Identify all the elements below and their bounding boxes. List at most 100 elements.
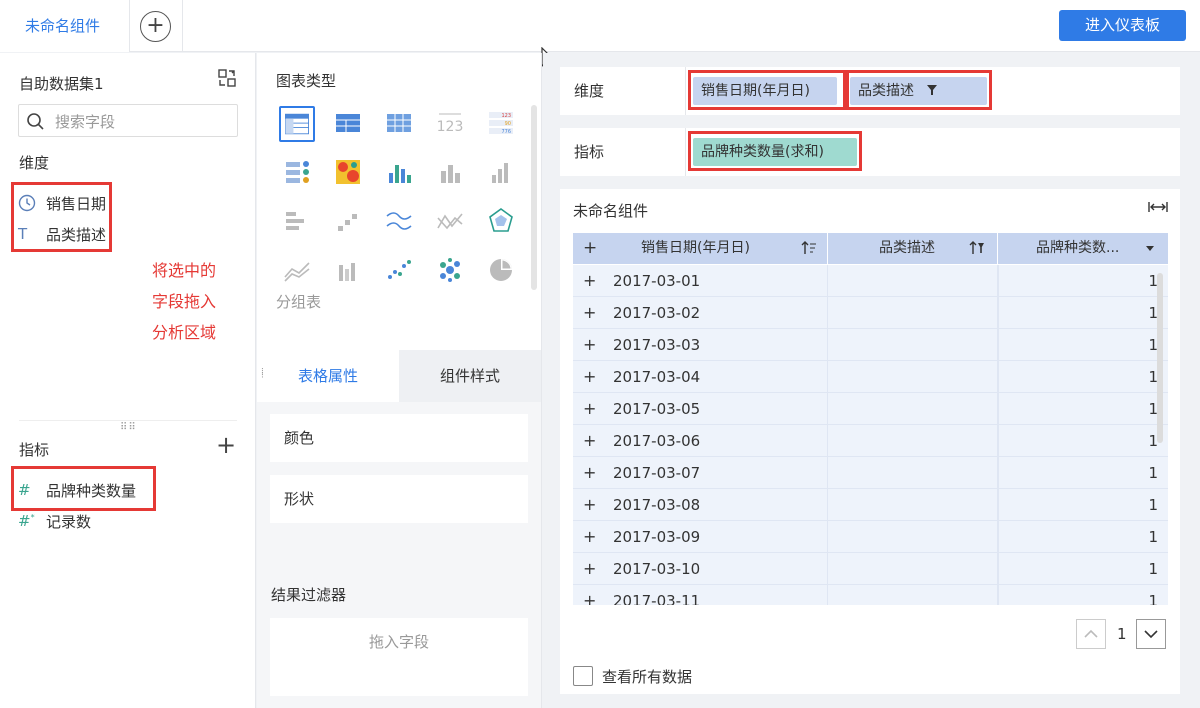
result-filter-dropzone[interactable]: 拖入字段 (270, 618, 528, 696)
table-row[interactable]: +2017-03-03 1 (573, 329, 1168, 361)
cell-category (827, 489, 997, 521)
view-all-data-label[interactable]: 查看所有数据 (602, 666, 692, 687)
dropdown-caret-icon[interactable] (1145, 245, 1155, 253)
page-next-button[interactable] (1136, 619, 1166, 649)
expand-row-icon[interactable]: + (583, 329, 596, 361)
expand-row-icon[interactable]: + (583, 265, 596, 297)
view-all-data-checkbox[interactable] (573, 666, 593, 686)
tab-component-style[interactable]: 组件样式 (399, 350, 541, 402)
cell-brand-count: 1 (997, 585, 1168, 605)
table-row[interactable]: +2017-03-11 1 (573, 585, 1168, 605)
svg-text:776: 776 (501, 129, 511, 135)
expand-row-icon[interactable]: + (583, 457, 596, 489)
bubble-chart-icon[interactable] (435, 255, 465, 285)
column-header-date[interactable]: 销售日期(年月日) (641, 233, 750, 264)
table-row[interactable]: +2017-03-05 1 (573, 393, 1168, 425)
line-chart-icon[interactable] (384, 206, 414, 236)
field-search-input[interactable]: 搜索字段 (18, 104, 238, 137)
tab-unnamed-component[interactable]: 未命名组件 (0, 0, 130, 52)
detail-table-icon[interactable] (384, 108, 414, 138)
add-metric-button[interactable]: + (216, 433, 236, 457)
cell-date: 2017-03-03 (613, 336, 701, 354)
expand-row-icon[interactable]: + (583, 521, 596, 553)
cell-date: 2017-03-07 (613, 464, 701, 482)
table-row[interactable]: +2017-03-10 1 (573, 553, 1168, 585)
expand-row-icon[interactable]: + (583, 361, 596, 393)
grouped-bar-icon[interactable] (333, 255, 363, 285)
stacked-bar-icon[interactable] (384, 157, 414, 187)
expand-row-icon[interactable]: + (583, 553, 596, 585)
metric-field-record-count[interactable]: #* 记录数 (18, 508, 91, 534)
sort-filter-icon[interactable] (969, 241, 985, 255)
dataset-title: 自助数据集1 (19, 75, 104, 93)
component-card: 未命名组件 + 销售日期(年月日) 品类描述 品牌种类数... + 2017-0… (560, 189, 1180, 694)
switch-dataset-icon[interactable] (217, 68, 237, 88)
table-row[interactable]: +2017-03-06 1 (573, 425, 1168, 457)
expand-row-icon[interactable]: + (583, 297, 596, 329)
table-scrollbar[interactable] (1157, 273, 1163, 443)
heatmap-icon[interactable] (333, 157, 363, 187)
cell-brand-count: 1 (997, 521, 1168, 553)
cross-table-icon[interactable] (333, 108, 363, 138)
chart-type-title: 图表类型 (276, 72, 337, 90)
hash-star-icon: #* (18, 512, 35, 530)
horizontal-bar-icon[interactable] (282, 206, 312, 236)
table-row[interactable]: +2017-03-02 1 (573, 297, 1168, 329)
expand-row-icon[interactable]: + (583, 393, 596, 425)
search-placeholder: 搜索字段 (55, 113, 116, 131)
column-chart-icon[interactable] (486, 157, 516, 187)
page-prev-button[interactable] (1076, 619, 1106, 649)
tab-table-properties[interactable]: 表格属性 (257, 350, 399, 402)
table-row[interactable]: +2017-03-01 1 (573, 265, 1168, 297)
cell-category (827, 425, 997, 457)
field-panel: 自助数据集1 搜索字段 维度 销售日期 T 品类描述 将选中的 字段拖入 分析区… (0, 53, 256, 708)
expand-row-icon[interactable]: + (583, 425, 596, 457)
splitter-handle[interactable]: ⠿⠿ (120, 422, 137, 433)
chevron-up-icon (1084, 629, 1098, 638)
polyline-chart-icon[interactable] (435, 206, 465, 236)
top-bar: 未命名组件 + 进入仪表板 (0, 0, 1200, 52)
table-row[interactable]: +2017-03-07 1 (573, 457, 1168, 489)
fit-width-icon[interactable] (1148, 200, 1168, 214)
table-row[interactable]: +2017-03-04 1 (573, 361, 1168, 393)
enter-dashboard-button[interactable]: 进入仪表板 (1059, 10, 1186, 41)
chart-type-scrollbar[interactable] (531, 105, 537, 290)
bar-separator (685, 67, 686, 115)
scatter-chart-icon[interactable] (384, 255, 414, 285)
kpi-number-icon[interactable]: 123 (435, 108, 465, 138)
svg-text:123: 123 (501, 113, 511, 119)
analysis-area: 维度 销售日期(年月日) 品类描述 指标 品牌种类数量(求和) 未命名组件 + … (543, 53, 1200, 708)
add-tab-button[interactable]: + (140, 11, 171, 42)
column-header-category[interactable]: 品类描述 (879, 233, 935, 264)
property-tabs: ⁝ ⁝ 表格属性 组件样式 (257, 350, 541, 402)
dimensions-label: 维度 (19, 154, 50, 172)
table-row[interactable]: +2017-03-08 1 (573, 489, 1168, 521)
expand-row-icon[interactable]: + (583, 489, 596, 521)
cell-category (827, 393, 997, 425)
metric-bar[interactable]: 指标 品牌种类数量(求和) (560, 128, 1180, 176)
cell-brand-count: 1 (997, 329, 1168, 361)
grouped-table-icon[interactable] (279, 106, 315, 142)
color-property[interactable]: 颜色 (270, 414, 528, 462)
table-row[interactable]: +2017-03-09 1 (573, 521, 1168, 553)
header-divider (997, 233, 998, 264)
expand-all-icon[interactable]: + (583, 233, 597, 264)
column-header-brand-count[interactable]: 品牌种类数... (1036, 233, 1119, 264)
cell-date: 2017-03-01 (613, 272, 701, 290)
shape-property[interactable]: 形状 (270, 475, 528, 523)
area-chart-icon[interactable] (282, 255, 312, 285)
kpi-card-icon[interactable]: 123 90 776 (486, 108, 516, 138)
pie-chart-icon[interactable] (486, 255, 516, 285)
field-label: 记录数 (46, 512, 92, 531)
cell-date: 2017-03-09 (613, 528, 701, 546)
text-list-icon[interactable] (282, 157, 312, 187)
sort-asc-icon[interactable] (801, 241, 817, 255)
bar-chart-icon[interactable] (435, 157, 465, 187)
waterfall-icon[interactable] (333, 206, 363, 236)
chart-type-name: 分组表 (276, 293, 322, 311)
radar-chart-icon[interactable] (486, 206, 516, 236)
cell-brand-count: 1 (997, 393, 1168, 425)
dimension-bar[interactable]: 维度 销售日期(年月日) 品类描述 (560, 67, 1180, 115)
bar-separator (685, 128, 686, 176)
expand-row-icon[interactable]: + (583, 585, 596, 605)
